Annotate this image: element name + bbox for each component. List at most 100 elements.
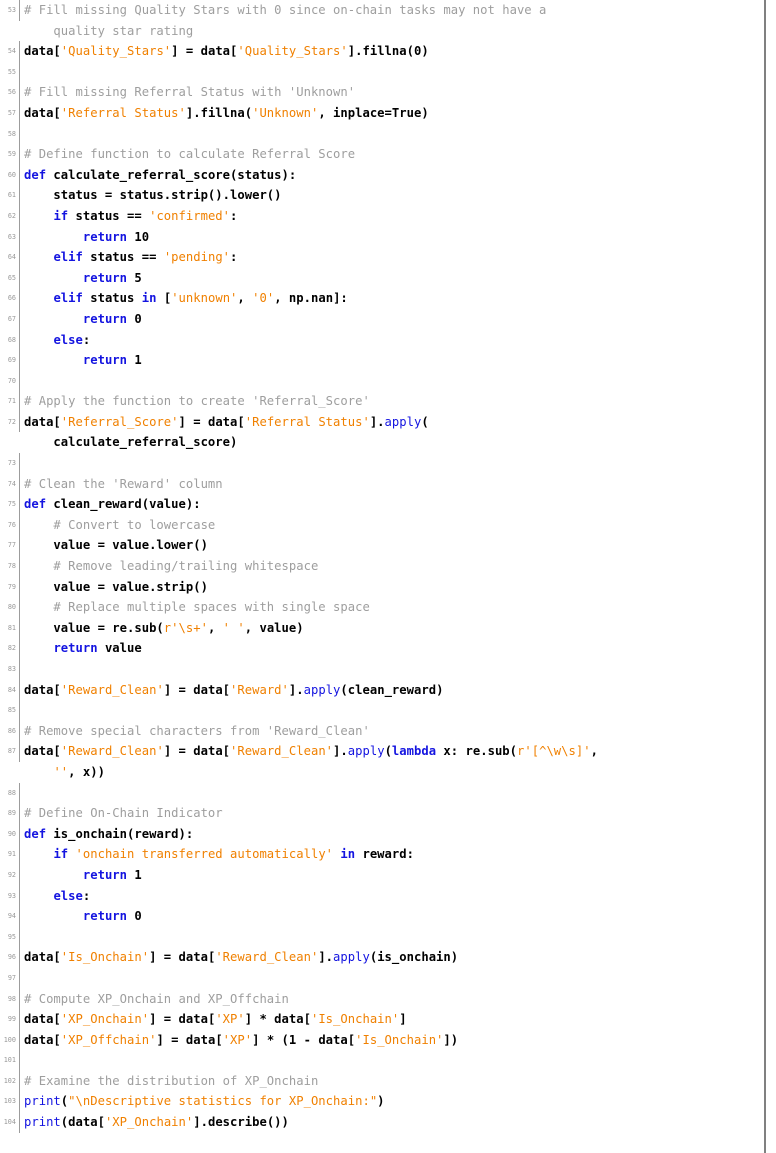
token-plain: 1 [127, 867, 142, 882]
token-plain: : [230, 208, 238, 223]
token-plain: [ [156, 291, 172, 306]
token-plain: : [230, 250, 238, 265]
token-plain: ].fillna( [185, 105, 253, 120]
token-plain: ] = data[ [149, 1012, 216, 1027]
code-line-text: def calculate_referral_score(status): [20, 165, 776, 186]
token-plain: ] = data[ [171, 44, 238, 59]
token-plain: status == [82, 250, 164, 265]
code-line-text: status = status.strip().lower() [20, 185, 776, 206]
token-plain: : [82, 332, 91, 347]
code-line: 75 def clean_reward(value): [0, 494, 776, 515]
token-plain: status == [68, 208, 150, 223]
code-line: 62 if status == 'confirmed': [0, 205, 776, 227]
token-kw: in [141, 291, 157, 306]
code-line: 61 status = status.strip().lower() [0, 185, 776, 206]
line-number: 68 [0, 329, 20, 351]
code-line: 94 return 0 [0, 906, 776, 927]
token-comment: # Compute XP_Onchain and XP_Offchain [24, 991, 289, 1006]
code-line: 80 # Replace multiple spaces with single… [0, 597, 776, 618]
token-plain: ]) [443, 1032, 459, 1047]
token-string: 'Reward' [230, 682, 289, 697]
code-line: 66 elif status in ['unknown', '0', np.na… [0, 288, 776, 309]
code-line: 96 data['Is_Onchain'] = data['Reward_Clea… [0, 947, 776, 968]
code-line: 78 # Remove leading/trailing whitespace [0, 556, 776, 577]
token-string: ' ' [222, 620, 245, 635]
token-fn: print [24, 1115, 61, 1130]
code-line-text: data['XP_Onchain'] = data['XP'] * data['… [20, 1009, 776, 1030]
code-line: 88 [0, 782, 776, 804]
token-plain: is_onchain(reward): [46, 826, 194, 841]
token-plain: value = re.sub( [24, 620, 164, 635]
token-string: 'Quality_Stars' [60, 44, 172, 59]
code-line: 73 [0, 453, 776, 474]
code-line-text: data['Reward_Clean'] = data['Reward_Clea… [20, 741, 776, 762]
token-plain: data[ [24, 1032, 61, 1047]
code-line: 95 [0, 926, 776, 948]
line-number: 57 [0, 102, 20, 124]
token-plain: ].fillna(0) [347, 44, 429, 59]
code-line-text: quality star rating [20, 21, 776, 42]
line-number: 62 [0, 205, 20, 227]
token-plain: value = value.strip() [24, 579, 208, 594]
code-line-text: def is_onchain(reward): [20, 824, 776, 845]
token-string: 'Quality_Stars' [237, 44, 348, 59]
code-line: 86 # Remove special characters from 'Rewa… [0, 720, 776, 742]
line-number: 79 [0, 576, 20, 598]
code-line-text: '', x)) [20, 762, 776, 783]
line-number: 70 [0, 370, 20, 392]
code-line: 98 # Compute XP_Onchain and XP_Offchain [0, 988, 776, 1010]
token-string: r'\s+' [163, 620, 208, 635]
token-comment: # Define On-Chain Indicator [24, 806, 223, 821]
token-comment: quality star rating [24, 23, 194, 38]
token-plain: status = status.strip().lower() [24, 188, 282, 203]
token-string: 'Reward_Clean' [230, 744, 334, 759]
code-line-text: # Remove special characters from 'Reward… [20, 721, 776, 742]
line-number: 80 [0, 597, 20, 618]
code-line: 91 if 'onchain transferred automatically… [0, 844, 776, 865]
line-number: 100 [0, 1029, 20, 1051]
token-plain: ]. [288, 682, 304, 697]
token-plain: , inplace=True) [318, 105, 429, 120]
token-plain: data[ [24, 682, 61, 697]
token-plain: reward: [355, 847, 414, 862]
code-line-text: calculate_referral_score) [20, 432, 776, 453]
code-line-text: # Define On-Chain Indicator [20, 803, 776, 824]
code-line: 57 data['Referral Status'].fillna('Unknow… [0, 102, 776, 124]
line-number: 56 [0, 82, 20, 103]
code-line: 71 # Apply the function to create 'Referr… [0, 391, 776, 412]
token-kw: return [82, 270, 128, 285]
token-string: 'confirmed' [149, 208, 231, 223]
code-line: 93 else: [0, 885, 776, 907]
line-number: 76 [0, 514, 20, 536]
line-number: 72 [0, 411, 20, 433]
line-number: 96 [0, 947, 20, 968]
token-plain: ) [377, 1094, 385, 1109]
line-number: 54 [0, 41, 20, 62]
code-line: 60 def calculate_referral_score(status): [0, 164, 776, 186]
token-plain: clean_reward(value): [46, 497, 201, 512]
code-line: 79 value = value.strip() [0, 576, 776, 598]
token-plain: ] = data[ [156, 1032, 223, 1047]
code-line-text: def clean_reward(value): [20, 494, 776, 515]
code-line-text: data['Reward_Clean'] = data['Reward'].ap… [20, 680, 776, 701]
code-line-text: return 1 [20, 865, 776, 886]
token-comment: # Remove special characters from 'Reward… [24, 723, 370, 738]
token-string: 'XP_Offchain' [60, 1032, 157, 1047]
line-number: 63 [0, 226, 20, 248]
token-fn: apply [347, 744, 385, 759]
line-number: 75 [0, 494, 20, 515]
code-line-text: # Fill missing Referral Status with 'Unk… [20, 82, 776, 103]
line-number: 91 [0, 844, 20, 865]
code-line-text: if 'onchain transferred automatically' i… [20, 844, 776, 865]
line-number: 99 [0, 1009, 20, 1030]
token-plain: ]. [333, 744, 348, 759]
line-number: 97 [0, 967, 20, 989]
token-kw: elif [53, 250, 83, 265]
token-plain: ( [421, 414, 429, 429]
token-fn: print [24, 1094, 61, 1109]
token-plain: ] = data[ [163, 744, 231, 759]
